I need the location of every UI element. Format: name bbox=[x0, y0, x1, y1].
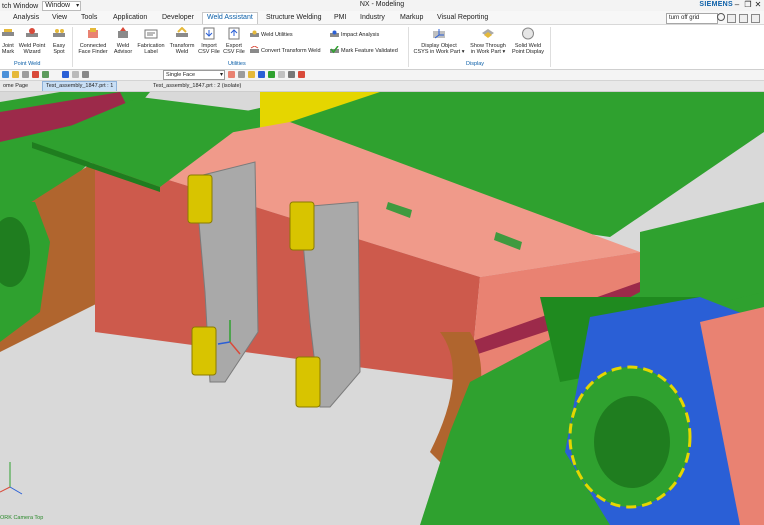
tab-tools[interactable]: Tools bbox=[77, 13, 101, 24]
close-button[interactable]: ✕ bbox=[753, 0, 763, 10]
redo-icon[interactable] bbox=[22, 71, 29, 78]
menu-icon[interactable] bbox=[2, 71, 9, 78]
group-label-display: Display bbox=[466, 61, 485, 67]
weld-advisor-button[interactable]: Weld Advisor bbox=[111, 27, 135, 55]
app-title: NX - Modeling bbox=[359, 1, 405, 8]
weld-point-wizard-button[interactable]: Weld Point Wizard bbox=[18, 27, 46, 55]
easy-spot-icon bbox=[53, 29, 65, 37]
joint-mark-icon bbox=[2, 29, 14, 36]
show-through-button[interactable]: Show Through in Work Part ▾ bbox=[466, 27, 510, 55]
select-icon[interactable] bbox=[62, 71, 69, 78]
import-csv-icon bbox=[203, 27, 215, 40]
impact-analysis-icon bbox=[330, 30, 339, 37]
minimize-button[interactable]: – bbox=[732, 0, 742, 10]
selection-filter-select[interactable]: Single Face bbox=[163, 70, 225, 80]
tab-analysis[interactable]: Analysis bbox=[9, 13, 43, 24]
fabrication-label-icon bbox=[144, 29, 158, 39]
expand-icon[interactable] bbox=[751, 14, 760, 23]
tab-structure-welding[interactable]: Structure Welding bbox=[262, 13, 326, 24]
point-icon[interactable] bbox=[248, 71, 255, 78]
connected-face-finder-button[interactable]: Connected Face Finder bbox=[77, 27, 109, 55]
export-csv-button[interactable]: Export CSV File bbox=[222, 27, 246, 55]
impact-analysis-button[interactable]: Impact Analysis bbox=[330, 30, 379, 39]
weld-pad-3[interactable] bbox=[289, 201, 315, 251]
weld-point-wizard-icon bbox=[26, 28, 38, 37]
weld-advisor-icon bbox=[118, 27, 128, 38]
tab-developer[interactable]: Developer bbox=[158, 13, 198, 24]
help-icon[interactable] bbox=[727, 14, 736, 23]
selection-toolbar: Single Face bbox=[0, 70, 764, 81]
fabrication-label-button[interactable]: Fabrication Label bbox=[135, 27, 167, 55]
filter-icon[interactable] bbox=[72, 71, 79, 78]
edge-icon[interactable] bbox=[238, 71, 245, 78]
ribbon-divider bbox=[72, 27, 73, 67]
search-icon[interactable] bbox=[717, 13, 725, 21]
weld-utilities-icon bbox=[250, 30, 259, 37]
mark-validated-icon bbox=[330, 46, 339, 54]
document-tabs: ome Page Test_assembly_1847.prt : 1 Test… bbox=[0, 81, 764, 92]
delete-icon[interactable] bbox=[32, 71, 39, 78]
camera-view-label: ORK Camera Top bbox=[0, 515, 44, 521]
group-label-point-weld: Point Weld bbox=[14, 61, 41, 67]
tab-markup[interactable]: Markup bbox=[396, 13, 427, 24]
mark-feature-validated-button[interactable]: Mark Feature Validated bbox=[330, 46, 398, 55]
component-icon[interactable] bbox=[278, 71, 285, 78]
tab-view[interactable]: View bbox=[48, 13, 71, 24]
convert-transform-weld-button[interactable]: Convert Transform Weld bbox=[250, 46, 321, 55]
restore-button[interactable]: ❐ bbox=[743, 0, 753, 10]
joint-mark-button[interactable]: Joint Mark bbox=[0, 27, 16, 55]
tab-visual-reporting[interactable]: Visual Reporting bbox=[433, 13, 492, 24]
group-label-utilities: Utilities bbox=[228, 61, 246, 67]
weld-pad-4[interactable] bbox=[295, 356, 321, 408]
import-csv-button[interactable]: Import CSV File bbox=[197, 27, 221, 55]
model-view[interactable] bbox=[0, 92, 764, 525]
tab-application[interactable]: Application bbox=[109, 13, 151, 24]
face-finder-icon bbox=[88, 28, 98, 38]
midpoint-icon[interactable] bbox=[298, 71, 305, 78]
show-through-icon bbox=[482, 29, 494, 38]
tab-weld-assistant[interactable]: Weld Assistant bbox=[202, 12, 258, 24]
weld-utilities-button[interactable]: Weld Utilities bbox=[250, 30, 293, 39]
display-object-csys-button[interactable]: Display Object CSYS in Work Part ▾ bbox=[413, 27, 465, 55]
ribbon-panel: Joint Mark Weld Point Wizard Easy Spot Poin… bbox=[0, 25, 764, 70]
solid-weld-point-display-button[interactable]: Solid Weld Point Display bbox=[510, 27, 546, 55]
tab-home-page[interactable]: ome Page bbox=[0, 81, 31, 91]
search-input[interactable]: turn off grid bbox=[666, 13, 718, 24]
curve-icon[interactable] bbox=[258, 71, 265, 78]
settings-icon[interactable] bbox=[739, 14, 748, 23]
export-csv-icon bbox=[228, 27, 240, 40]
easy-spot-button[interactable]: Easy Spot bbox=[49, 27, 69, 55]
ribbon-divider bbox=[550, 27, 551, 67]
ribbon-divider bbox=[408, 27, 409, 67]
lug-bore[interactable] bbox=[594, 396, 670, 488]
view-icon[interactable] bbox=[82, 71, 89, 78]
snap-point-icon[interactable] bbox=[288, 71, 295, 78]
csys-icon bbox=[433, 29, 445, 39]
transform-weld-icon bbox=[176, 26, 188, 37]
transform-weld-button[interactable]: Transform Weld bbox=[169, 26, 195, 55]
graphics-viewport[interactable]: ORK Camera Top bbox=[0, 92, 764, 525]
tab-test-assembly-2[interactable]: Test_assembly_1847.prt : 2 (isolate) bbox=[150, 81, 244, 91]
quick-icons bbox=[727, 14, 760, 23]
solid-weld-point-icon bbox=[522, 27, 534, 40]
tab-industry[interactable]: Industry bbox=[356, 13, 389, 24]
tab-test-assembly-1[interactable]: Test_assembly_1847.prt : 1 bbox=[42, 81, 118, 91]
weld-pad-2[interactable] bbox=[191, 326, 217, 376]
ribbon-tab-bar: Analysis View Tools Application Develope… bbox=[0, 11, 764, 25]
tab-pmi[interactable]: PMI bbox=[330, 13, 350, 24]
body-icon[interactable] bbox=[268, 71, 275, 78]
convert-transform-weld-icon bbox=[250, 46, 259, 53]
snap-icon[interactable] bbox=[42, 71, 49, 78]
face-icon[interactable] bbox=[228, 71, 235, 78]
weld-pad-1[interactable] bbox=[187, 174, 213, 224]
brand-logo: SIEMENS bbox=[699, 1, 733, 8]
undo-icon[interactable] bbox=[12, 71, 19, 78]
